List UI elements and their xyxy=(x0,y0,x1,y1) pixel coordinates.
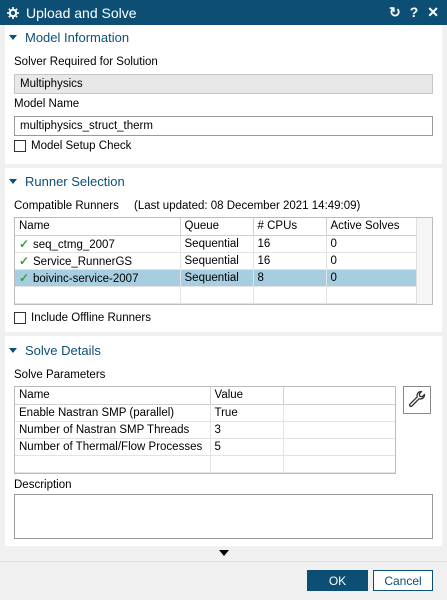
help-icon[interactable]: ? xyxy=(410,4,419,20)
runner-queue: Sequential xyxy=(180,269,254,287)
table-row[interactable]: Number of Nastran SMP Threads 3 xyxy=(15,421,395,439)
table-row-empty xyxy=(15,455,395,473)
edit-parameters-button[interactable] xyxy=(403,386,431,414)
model-information-header[interactable]: Model Information xyxy=(9,30,129,45)
checkbox-box[interactable] xyxy=(14,140,26,152)
runner-cpus: 8 xyxy=(253,269,327,287)
ok-button[interactable]: OK xyxy=(307,570,368,591)
checkbox-box[interactable] xyxy=(14,312,26,324)
wrench-icon xyxy=(407,389,427,412)
expand-arrow-icon[interactable] xyxy=(219,550,229,556)
section-title: Solve Details xyxy=(25,343,101,358)
param-value[interactable]: 5 xyxy=(210,438,284,456)
table-row[interactable]: Number of Thermal/Flow Processes 5 xyxy=(15,438,395,456)
table-row-empty xyxy=(15,286,417,304)
checkbox-label: Model Setup Check xyxy=(31,140,132,152)
runner-cpus: 16 xyxy=(253,252,327,270)
param-name: Number of Nastran SMP Threads xyxy=(15,421,211,439)
compatible-runners-text: Compatible Runners xyxy=(14,200,119,212)
table-row[interactable]: ✓ Service_RunnerGS Sequential 16 0 xyxy=(15,252,417,270)
runner-cpus: 16 xyxy=(253,235,327,253)
section-title: Runner Selection xyxy=(25,174,125,189)
solver-label: Solver Required for Solution xyxy=(14,56,158,68)
solver-field: Multiphysics xyxy=(14,74,433,94)
runner-queue: Sequential xyxy=(180,252,254,270)
runner-name: boivinc-service-2007 xyxy=(33,272,139,285)
check-icon: ✓ xyxy=(19,236,30,251)
model-setup-check-checkbox[interactable]: Model Setup Check xyxy=(14,140,131,152)
compatible-runners-label: Compatible Runners (Last updated: 08 Dec… xyxy=(14,200,360,212)
model-name-label: Model Name xyxy=(14,98,80,110)
runner-selection-header[interactable]: Runner Selection xyxy=(9,174,125,189)
column-header-queue[interactable]: Queue xyxy=(180,218,254,236)
section-title: Model Information xyxy=(25,30,130,45)
runner-active: 0 xyxy=(326,269,417,287)
column-header-name[interactable]: Name xyxy=(15,387,211,405)
column-header-active-solves[interactable]: Active Solves xyxy=(326,218,417,236)
column-header-blank xyxy=(283,387,395,405)
collapse-caret-icon[interactable] xyxy=(9,179,17,184)
check-icon: ✓ xyxy=(19,270,30,285)
description-label: Description xyxy=(14,479,72,491)
column-header-cpus[interactable]: # CPUs xyxy=(253,218,327,236)
window-title: Upload and Solve xyxy=(26,4,137,21)
title-bar: Upload and Solve ↻ ? ✕ xyxy=(0,0,447,25)
runner-queue: Sequential xyxy=(180,235,254,253)
param-name: Number of Thermal/Flow Processes xyxy=(15,438,211,456)
solve-parameters-table[interactable]: Name Value Enable Nastran SMP (parallel)… xyxy=(14,386,396,474)
collapse-caret-icon[interactable] xyxy=(9,348,17,353)
cancel-button[interactable]: Cancel xyxy=(373,570,433,591)
param-value[interactable]: 3 xyxy=(210,421,284,439)
table-row[interactable]: Enable Nastran SMP (parallel) True xyxy=(15,404,395,422)
column-header-name[interactable]: Name xyxy=(15,218,181,236)
runner-name: Service_RunnerGS xyxy=(33,255,133,268)
include-offline-runners-checkbox[interactable]: Include Offline Runners xyxy=(14,312,151,324)
table-row[interactable]: ✓ seq_ctmg_2007 Sequential 16 0 xyxy=(15,235,417,253)
solve-details-header[interactable]: Solve Details xyxy=(9,343,101,358)
close-icon[interactable]: ✕ xyxy=(427,4,439,20)
collapse-caret-icon[interactable] xyxy=(9,35,17,40)
model-name-field[interactable]: multiphysics_struct_therm xyxy=(14,116,433,136)
runners-table[interactable]: Name Queue # CPUs Active Solves ✓ seq_ctm… xyxy=(14,217,433,305)
column-header-value[interactable]: Value xyxy=(210,387,284,405)
runner-name: seq_ctmg_2007 xyxy=(33,238,115,251)
vertical-scrollbar[interactable] xyxy=(416,218,432,304)
gear-icon[interactable] xyxy=(7,6,19,19)
solve-parameters-label: Solve Parameters xyxy=(14,369,106,381)
param-name: Enable Nastran SMP (parallel) xyxy=(15,404,211,422)
table-row-selected[interactable]: ✓ boivinc-service-2007 Sequential 8 0 xyxy=(15,269,417,287)
check-icon: ✓ xyxy=(19,253,30,268)
description-textarea[interactable] xyxy=(14,494,433,539)
refresh-icon[interactable]: ↻ xyxy=(389,4,401,20)
runner-active: 0 xyxy=(326,252,417,270)
checkbox-label: Include Offline Runners xyxy=(31,312,151,324)
last-updated-text: (Last updated: 08 December 2021 14:49:09… xyxy=(134,200,361,212)
dialog-footer: OK Cancel xyxy=(0,561,447,600)
runner-active: 0 xyxy=(326,235,417,253)
param-value[interactable]: True xyxy=(210,404,284,422)
